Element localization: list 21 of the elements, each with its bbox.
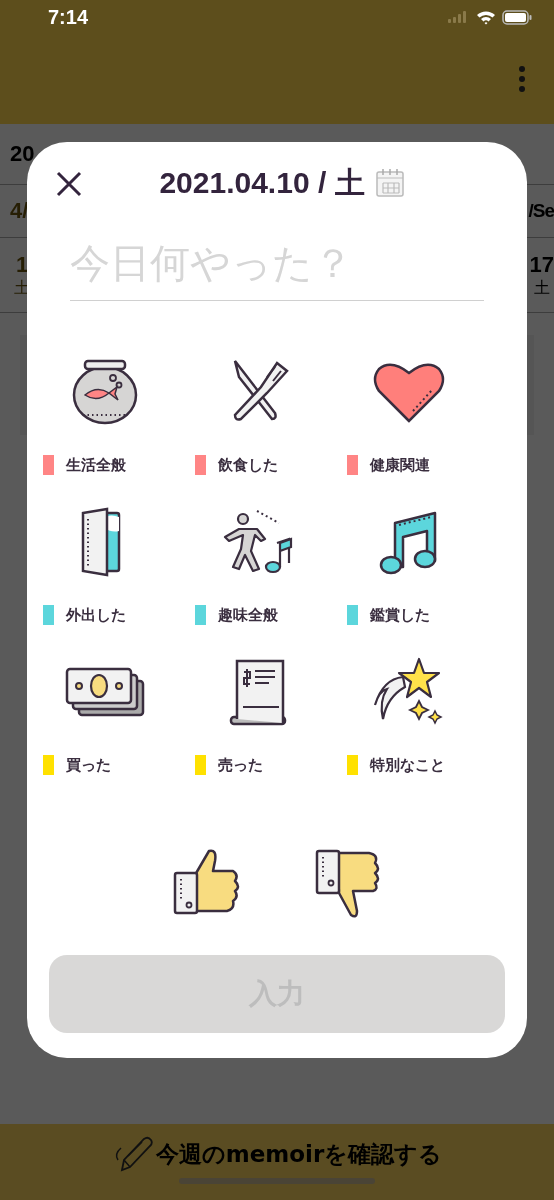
category-label[interactable]: 外出した (66, 605, 126, 625)
dialog-date: 2021.04.10 / 土 (159, 164, 365, 201)
close-icon[interactable] (56, 171, 82, 197)
category-label[interactable]: 特別なこと (370, 755, 445, 775)
category-label[interactable]: 趣味全般 (218, 605, 278, 625)
category-label[interactable]: 健康関連 (370, 455, 430, 475)
battery-icon (502, 9, 532, 25)
week-label: /Se (528, 200, 554, 222)
day-number: 17 (529, 251, 554, 278)
thumbs-up-icon[interactable] (171, 849, 241, 915)
category-label[interactable]: 飲食した (218, 455, 278, 475)
weekday-label: 土 (533, 277, 550, 298)
day-number: 1 (15, 251, 29, 278)
category-label[interactable]: 買った (66, 755, 111, 775)
year-label: 20 (10, 141, 35, 167)
status-time: 7:14 (48, 5, 89, 29)
wifi-icon (476, 9, 496, 25)
week-label: 4/ (10, 198, 29, 224)
category-label[interactable]: 売った (218, 755, 263, 775)
category-label[interactable]: 生活全般 (66, 455, 126, 475)
category-label[interactable]: 鑑賞した (370, 605, 430, 625)
